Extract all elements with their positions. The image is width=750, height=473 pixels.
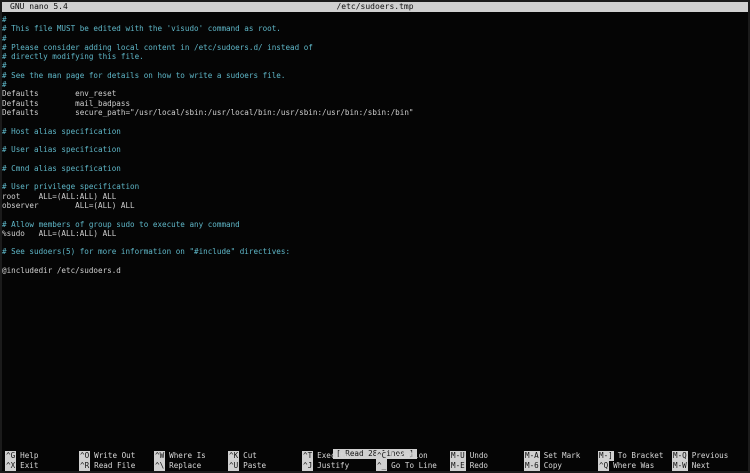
editor-version: GNU nano 5.4 bbox=[10, 2, 68, 11]
shortcut-label: Exit bbox=[20, 461, 39, 470]
shortcut-key: ^\ bbox=[154, 461, 166, 471]
file-name: /etc/sudoers.tmp bbox=[336, 2, 414, 11]
shortcut-label: Location bbox=[391, 451, 428, 460]
shortcut-label: Set Mark bbox=[543, 451, 581, 460]
buffer-line[interactable]: # bbox=[2, 34, 748, 43]
buffer-line[interactable]: # User privilege specification bbox=[2, 182, 748, 191]
shortcut-label: Read File bbox=[94, 461, 136, 470]
paste-shortcut[interactable]: ^U Paste bbox=[228, 461, 266, 471]
set-mark-shortcut[interactable]: M-A Set Mark bbox=[524, 451, 580, 461]
shortcut-key: ^R bbox=[79, 461, 91, 471]
shortcut-key: ^Q bbox=[598, 461, 610, 471]
previous-shortcut[interactable]: M-Q Previous bbox=[672, 451, 728, 461]
buffer-line[interactable]: # directly modifying this file. bbox=[2, 52, 748, 61]
write-out-shortcut[interactable]: ^O Write Out bbox=[79, 451, 135, 461]
next-shortcut[interactable]: M-W Next bbox=[672, 461, 710, 471]
buffer-line[interactable] bbox=[2, 210, 748, 219]
shortcut-label: To Bracket bbox=[617, 451, 664, 460]
buffer-line[interactable]: Defaults secure_path="/usr/local/sbin:/u… bbox=[2, 108, 748, 117]
shortcut-key: ^X bbox=[5, 461, 17, 471]
shortcut-key: M-A bbox=[524, 451, 540, 461]
undo-shortcut[interactable]: M-U Undo bbox=[450, 451, 488, 461]
replace-shortcut[interactable]: ^\ Replace bbox=[154, 461, 201, 471]
shortcut-key: M-] bbox=[598, 451, 614, 461]
buffer-line[interactable]: # bbox=[2, 15, 748, 24]
buffer-line[interactable]: # Please consider adding local content i… bbox=[2, 43, 748, 52]
buffer-line[interactable] bbox=[2, 136, 748, 145]
where-is-shortcut[interactable]: ^W Where Is bbox=[154, 451, 206, 461]
shortcut-label: Undo bbox=[469, 451, 489, 460]
shortcut-label: Justify bbox=[317, 461, 350, 470]
buffer-line[interactable]: Defaults mail_badpass bbox=[2, 99, 748, 108]
buffer-line[interactable]: # bbox=[2, 80, 748, 89]
where-was-shortcut[interactable]: ^Q Where Was bbox=[598, 461, 654, 471]
help-shortcut[interactable]: ^G Help bbox=[5, 451, 38, 461]
buffer-line[interactable]: # Cmnd alias specification bbox=[2, 164, 748, 173]
shortcut-bar: ^G Help ^O Write Out ^W Where Is ^K Cut ^T Execut… bbox=[2, 451, 748, 471]
buffer-line[interactable]: # bbox=[2, 61, 748, 70]
terminal-window: /etc/sudoers.tmp GNU nano 5.4 # # This fi… bbox=[2, 2, 748, 471]
shortcut-key: ^T bbox=[302, 451, 314, 461]
buffer-line[interactable]: # Allow members of group sudo to execute… bbox=[2, 220, 748, 229]
buffer-line[interactable]: # This file MUST be edited with the 'vis… bbox=[2, 24, 748, 33]
shortcut-label: Redo bbox=[469, 461, 489, 470]
read-file-shortcut[interactable]: ^R Read File bbox=[79, 461, 135, 471]
buffer-line[interactable] bbox=[2, 238, 748, 247]
shortcut-key: ^_ bbox=[376, 461, 388, 471]
execute-shortcut[interactable]: ^T Execute bbox=[302, 451, 349, 461]
buffer-line[interactable]: observer ALL=(ALL) ALL bbox=[2, 201, 748, 210]
copy-shortcut[interactable]: M-6 Copy bbox=[524, 461, 562, 471]
redo-shortcut[interactable]: M-E Redo bbox=[450, 461, 488, 471]
shortcut-key: ^K bbox=[228, 451, 240, 461]
shortcut-label: Paste bbox=[243, 461, 267, 470]
shortcut-label: Next bbox=[691, 461, 711, 470]
shortcut-label: Where Was bbox=[613, 461, 655, 470]
shortcut-key: M-Q bbox=[672, 451, 688, 461]
shortcut-key: ^J bbox=[302, 461, 314, 471]
shortcut-key: M-E bbox=[450, 461, 466, 471]
text-buffer[interactable]: # # This file MUST be edited with the 'vi… bbox=[2, 15, 748, 275]
buffer-line[interactable] bbox=[2, 257, 748, 266]
buffer-line[interactable] bbox=[2, 173, 748, 182]
buffer-line[interactable] bbox=[2, 117, 748, 126]
shortcut-label: Cut bbox=[243, 451, 257, 460]
buffer-line[interactable]: @includedir /etc/sudoers.d bbox=[2, 266, 748, 275]
buffer-line[interactable] bbox=[2, 154, 748, 163]
shortcut-label: Previous bbox=[691, 451, 729, 460]
status-bar: [ Read 28 lines ] bbox=[2, 441, 748, 459]
to-bracket-shortcut[interactable]: M-] To Bracket bbox=[598, 451, 663, 461]
buffer-line[interactable]: # Host alias specification bbox=[2, 127, 748, 136]
buffer-line[interactable]: %sudo ALL=(ALL:ALL) ALL bbox=[2, 229, 748, 238]
shortcut-label: Where Is bbox=[169, 451, 206, 460]
justify-shortcut[interactable]: ^J Justify bbox=[302, 461, 349, 471]
shortcut-label: Replace bbox=[169, 461, 202, 470]
buffer-line[interactable]: # See sudoers(5) for more information on… bbox=[2, 247, 748, 256]
shortcut-key: ^W bbox=[154, 451, 166, 461]
buffer-line[interactable]: # See the man page for details on how to… bbox=[2, 71, 748, 80]
shortcut-label: Go To Line bbox=[391, 461, 437, 470]
shortcut-key: M-6 bbox=[524, 461, 540, 471]
go-to-line-shortcut[interactable]: ^_ Go To Line bbox=[376, 461, 437, 471]
shortcut-key: ^C bbox=[376, 451, 388, 461]
buffer-line[interactable]: Defaults env_reset bbox=[2, 89, 748, 98]
shortcut-label: Copy bbox=[543, 461, 563, 470]
buffer-line[interactable]: root ALL=(ALL:ALL) ALL bbox=[2, 192, 748, 201]
shortcut-label: Help bbox=[20, 451, 39, 460]
buffer-line[interactable]: # User alias specification bbox=[2, 145, 748, 154]
shortcut-key: M-U bbox=[450, 451, 466, 461]
shortcut-label: Execute bbox=[317, 451, 350, 460]
shortcut-key: ^U bbox=[228, 461, 240, 471]
exit-shortcut[interactable]: ^X Exit bbox=[5, 461, 38, 471]
shortcut-key: ^G bbox=[5, 451, 17, 461]
shortcut-key: ^O bbox=[79, 451, 91, 461]
location-shortcut[interactable]: ^C Location bbox=[376, 451, 428, 461]
shortcut-key: M-W bbox=[672, 461, 688, 471]
title-bar: /etc/sudoers.tmp GNU nano 5.4 bbox=[2, 2, 748, 12]
shortcut-label: Write Out bbox=[94, 451, 136, 460]
cut-shortcut[interactable]: ^K Cut bbox=[228, 451, 257, 461]
